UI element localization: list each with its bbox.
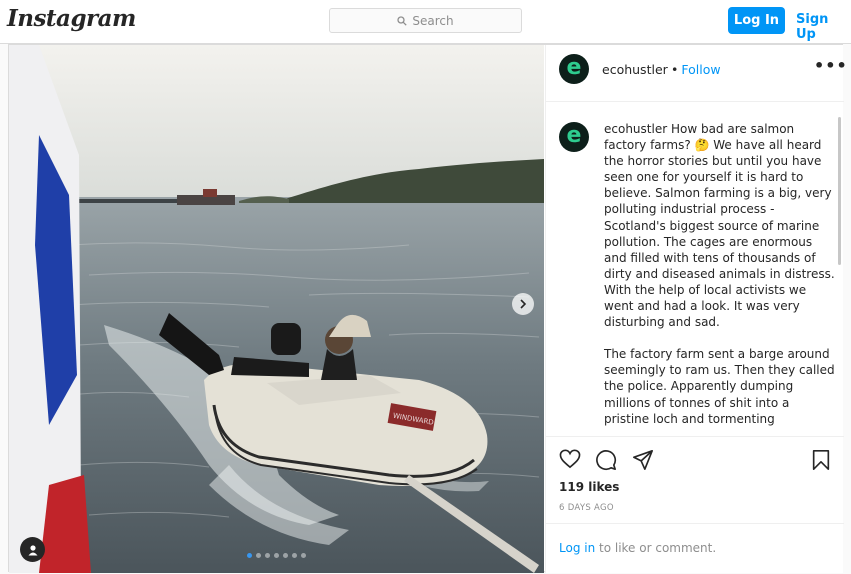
post-caption: ecohustler How bad are salmon factory fa… xyxy=(604,121,836,436)
caption-scrollbar[interactable] xyxy=(838,117,841,265)
search-placeholder: Search xyxy=(412,13,454,28)
carousel-dot xyxy=(301,553,306,558)
comment-login-prompt: Log in to like or comment. xyxy=(546,523,844,574)
signup-link[interactable]: Sign Up xyxy=(796,12,851,42)
post-timestamp[interactable]: 6 DAYS AGO xyxy=(559,503,614,513)
login-prompt-text: Log in to like or comment. xyxy=(559,541,716,555)
login-link[interactable]: Log in xyxy=(559,541,595,555)
follow-label: Follow xyxy=(681,62,721,77)
like-count[interactable]: 119 likes xyxy=(559,480,619,494)
carousel-dot xyxy=(292,553,297,558)
top-navigation-bar: Instagram Search Log In Sign Up xyxy=(0,0,851,44)
login-prompt-suffix: to like or comment. xyxy=(595,541,717,555)
caption-paragraph: The factory farm sent a barge around see… xyxy=(604,346,836,426)
avatar[interactable]: e xyxy=(559,54,589,84)
carousel-dot xyxy=(283,553,288,558)
carousel-indicator xyxy=(247,553,306,558)
next-image-button[interactable] xyxy=(512,293,534,315)
instagram-logo[interactable]: Instagram xyxy=(7,5,136,32)
post-header: e ecohustler • Follow ••• xyxy=(546,45,847,102)
carousel-dot xyxy=(265,553,270,558)
caption-username[interactable]: ecohustler xyxy=(604,122,667,136)
search-icon xyxy=(397,15,408,26)
follow-button[interactable]: • Follow xyxy=(671,62,721,77)
caption-text: The factory farm sent a barge around see… xyxy=(604,347,835,426)
post-actions: 119 likes 6 DAYS AGO Log in to like or c… xyxy=(546,436,844,573)
user-tag-icon xyxy=(28,544,37,555)
carousel-dot xyxy=(256,553,261,558)
share-icon[interactable] xyxy=(632,449,654,471)
avatar-letter: e xyxy=(566,122,582,148)
more-options-button[interactable]: ••• xyxy=(814,56,848,75)
login-button[interactable]: Log In xyxy=(728,7,785,34)
caption-text: How bad are salmon factory farms? 🤔 We h… xyxy=(604,122,835,330)
caption-paragraph: ecohustler How bad are salmon factory fa… xyxy=(604,121,836,330)
search-input[interactable]: Search xyxy=(329,8,522,33)
caption-scroll-area[interactable]: e ecohustler How bad are salmon factory … xyxy=(546,103,844,436)
avatar-letter: e xyxy=(566,54,582,80)
boat-photo-image: WINDWARD xyxy=(9,45,544,573)
heart-icon[interactable] xyxy=(559,449,581,469)
caption-avatar[interactable]: e xyxy=(559,122,589,152)
comment-icon[interactable] xyxy=(595,449,617,471)
bookmark-icon[interactable] xyxy=(811,449,831,471)
post-photo[interactable]: WINDWARD xyxy=(9,45,544,573)
post-card: WINDWARD e ecohustler • Follow ••• e eco… xyxy=(8,44,847,573)
username-link[interactable]: ecohustler xyxy=(602,62,668,77)
tagged-users-button[interactable] xyxy=(20,537,45,562)
carousel-dot xyxy=(274,553,279,558)
chevron-right-icon xyxy=(520,299,527,309)
post-sidebar: e ecohustler • Follow ••• e ecohustler Ho… xyxy=(545,45,847,573)
carousel-dot xyxy=(247,553,252,558)
follow-separator: • xyxy=(671,62,679,77)
